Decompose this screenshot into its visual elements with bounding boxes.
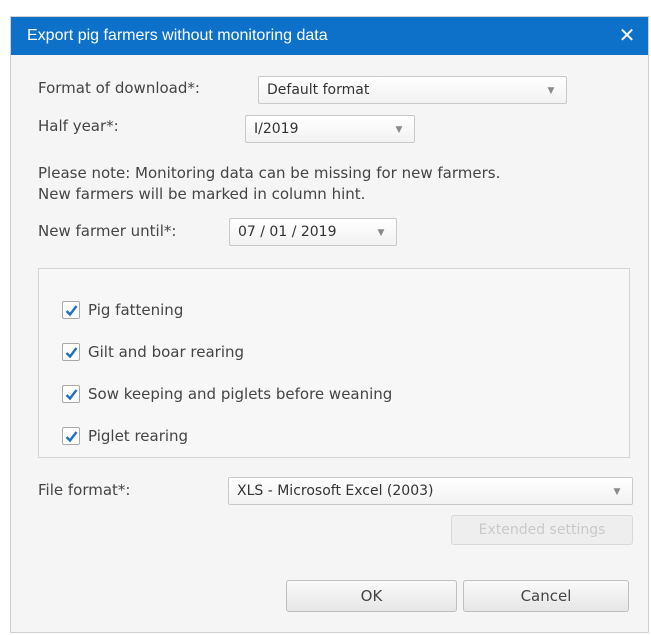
half-year-select[interactable]: I/2019 ▼ — [245, 115, 415, 143]
new-farmer-until-value: 07 / 01 / 2019 — [238, 224, 337, 240]
chevron-down-icon: ▼ — [547, 86, 555, 96]
checkbox-label: Piglet rearing — [88, 427, 189, 445]
new-farmer-until-label: New farmer until*: — [38, 222, 177, 240]
half-year-label: Half year*: — [38, 117, 119, 135]
checkmark-icon[interactable] — [62, 343, 80, 361]
dialog-titlebar: Export pig farmers without monitoring da… — [11, 17, 648, 55]
checkbox-label: Sow keeping and piglets before weaning — [88, 385, 393, 403]
checkbox-pig-fattening[interactable]: Pig fattening — [62, 298, 183, 322]
file-format-select[interactable]: XLS - Microsoft Excel (2003) ▼ — [228, 477, 633, 505]
checkmark-icon[interactable] — [62, 427, 80, 445]
chevron-down-icon: ▼ — [377, 228, 385, 238]
format-of-download-value: Default format — [267, 82, 370, 98]
checkmark-icon[interactable] — [62, 301, 80, 319]
dialog-title: Export pig farmers without monitoring da… — [27, 27, 328, 44]
checkmark-icon[interactable] — [62, 385, 80, 403]
new-farmer-note: Please note: Monitoring data can be miss… — [38, 163, 628, 205]
checkbox-label: Gilt and boar rearing — [88, 343, 245, 361]
note-line-1: Please note: Monitoring data can be miss… — [38, 164, 501, 182]
checkbox-gilt-and-boar-rearing[interactable]: Gilt and boar rearing — [62, 340, 244, 364]
extended-settings-button[interactable]: Extended settings — [451, 515, 633, 545]
chevron-down-icon: ▼ — [395, 125, 403, 135]
format-of-download-select[interactable]: Default format ▼ — [258, 76, 567, 104]
format-of-download-label: Format of download*: — [38, 79, 200, 97]
export-dialog: Export pig farmers without monitoring da… — [10, 16, 649, 633]
farm-type-panel: Pig fattening Gilt and boar rearing Sow … — [38, 268, 630, 458]
chevron-down-icon: ▼ — [613, 487, 621, 497]
cancel-button[interactable]: Cancel — [463, 580, 629, 612]
checkbox-sow-keeping[interactable]: Sow keeping and piglets before weaning — [62, 382, 392, 406]
file-format-label: File format*: — [38, 481, 131, 499]
checkbox-label: Pig fattening — [88, 301, 184, 319]
close-icon[interactable]: ✕ — [614, 22, 640, 48]
checkbox-piglet-rearing[interactable]: Piglet rearing — [62, 424, 188, 448]
file-format-value: XLS - Microsoft Excel (2003) — [237, 483, 434, 499]
half-year-value: I/2019 — [254, 121, 299, 137]
note-line-2: New farmers will be marked in column hin… — [38, 185, 366, 203]
new-farmer-until-datepicker[interactable]: 07 / 01 / 2019 ▼ — [229, 218, 397, 246]
ok-button[interactable]: OK — [286, 580, 457, 612]
